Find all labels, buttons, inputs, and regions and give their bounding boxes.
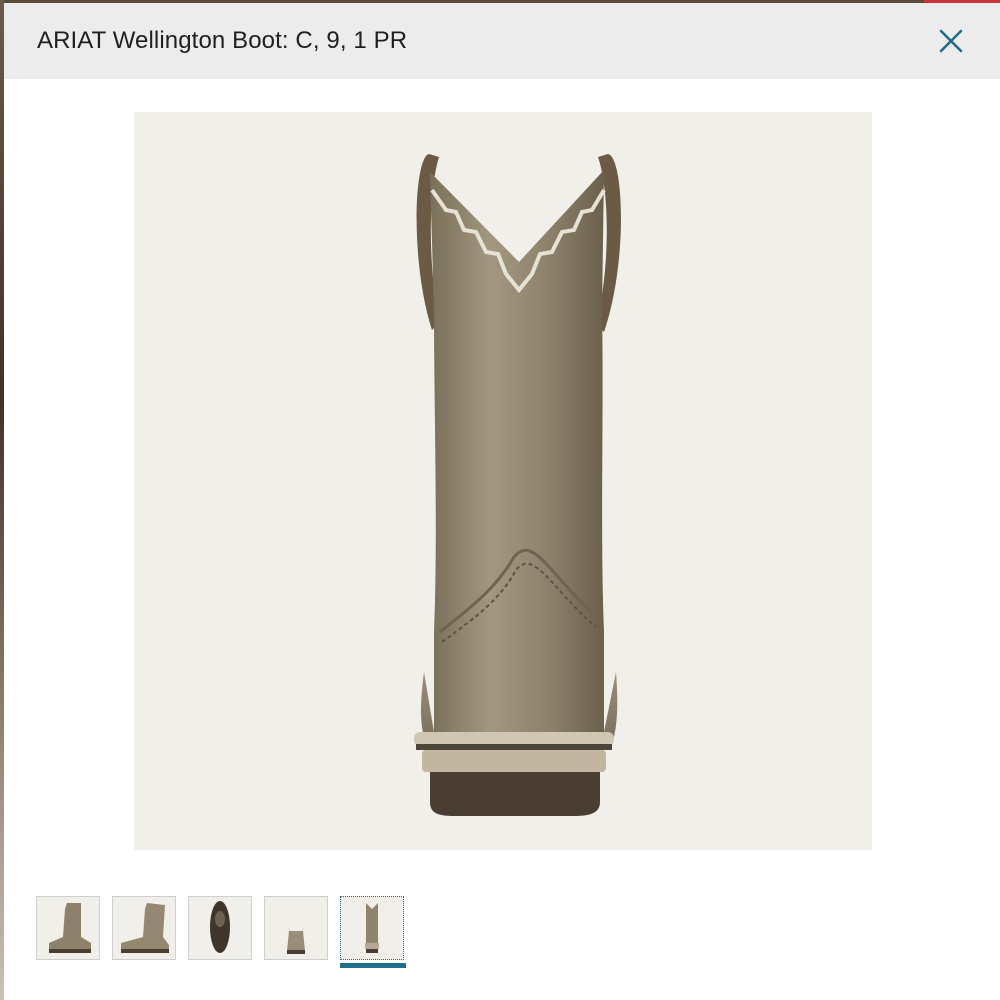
thumbnail-front-view[interactable] — [264, 896, 328, 960]
modal-title: ARIAT Wellington Boot: C, 9, 1 PR — [37, 27, 408, 54]
selected-thumbnail-indicator — [340, 963, 406, 968]
modal-header: ARIAT Wellington Boot: C, 9, 1 PR — [4, 3, 1000, 79]
product-image-modal: ARIAT Wellington Boot: C, 9, 1 PR — [4, 3, 1000, 1000]
thumbnail-sole-view[interactable] — [188, 896, 252, 960]
close-button[interactable] — [936, 26, 966, 56]
boot-angle-view-thumbnail — [121, 903, 169, 953]
close-icon — [939, 29, 963, 53]
thumbnail-rear-view[interactable] — [340, 896, 406, 968]
main-product-image — [134, 112, 872, 850]
boot-rear-view-thumbnail — [365, 903, 379, 953]
thumbnail-strip — [36, 896, 406, 968]
boot-rear-view-image — [414, 154, 621, 816]
thumbnail-side-view[interactable] — [36, 896, 100, 960]
boot-front-view-thumbnail — [287, 931, 305, 954]
boot-sole-view-thumbnail — [210, 901, 230, 953]
thumbnail-angle-view[interactable] — [112, 896, 176, 960]
boot-side-view-thumbnail — [49, 903, 91, 953]
